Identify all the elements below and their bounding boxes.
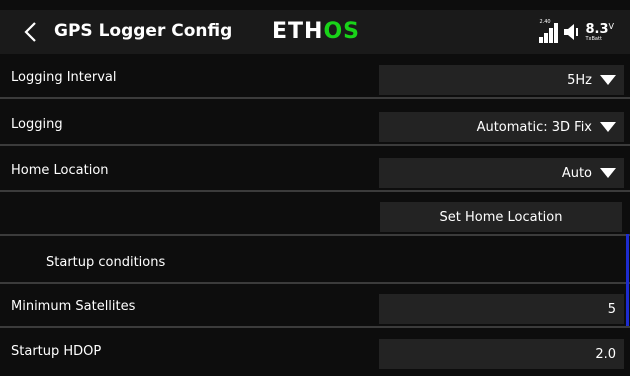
chevron-left-icon bbox=[24, 22, 36, 42]
row-home-location: Home Location Auto bbox=[0, 152, 630, 192]
page-title: GPS Logger Config bbox=[54, 21, 233, 41]
row-divider bbox=[0, 282, 630, 284]
battery-voltage-unit: V bbox=[608, 21, 614, 31]
startup-hdop-value: 2.0 bbox=[595, 346, 616, 362]
triangle-down-icon bbox=[600, 168, 616, 178]
startup-hdop-label: Startup HDOP bbox=[11, 344, 102, 359]
row-minimum-satellites: Minimum Satellites 5 bbox=[0, 288, 630, 328]
row-startup-hdop: Startup HDOP 2.0 bbox=[0, 333, 630, 373]
row-divider bbox=[0, 97, 630, 99]
row-divider bbox=[0, 144, 630, 146]
minimum-satellites-label: Minimum Satellites bbox=[11, 299, 136, 314]
minimum-satellites-value: 5 bbox=[607, 301, 616, 317]
row-set-home: Set Home Location bbox=[0, 196, 630, 236]
startup-conditions-heading: Startup conditions bbox=[46, 255, 166, 270]
row-divider bbox=[0, 234, 630, 236]
set-home-location-button[interactable]: Set Home Location bbox=[380, 202, 622, 232]
logging-interval-select[interactable]: 5Hz bbox=[379, 65, 624, 95]
logging-label: Logging bbox=[11, 117, 63, 132]
back-button[interactable] bbox=[16, 16, 46, 48]
logo-text-eth: ETH bbox=[272, 19, 324, 44]
battery-source-label: TxBatt bbox=[585, 35, 602, 42]
scrollbar[interactable] bbox=[626, 234, 629, 326]
home-location-select[interactable]: Auto bbox=[379, 158, 624, 188]
header-bar: GPS Logger Config ETHOS 2.40 8.3V TxBatt bbox=[0, 10, 630, 54]
battery-voltage-value: 8.3 bbox=[585, 21, 609, 37]
logging-select[interactable]: Automatic: 3D Fix bbox=[379, 112, 624, 142]
logging-value: Automatic: 3D Fix bbox=[476, 119, 592, 135]
startup-hdop-input[interactable]: 2.0 bbox=[379, 339, 624, 369]
battery-voltage: 8.3V TxBatt bbox=[585, 21, 614, 42]
signal-band-label: 2.40 bbox=[539, 19, 551, 25]
set-home-location-label: Set Home Location bbox=[439, 209, 563, 225]
row-divider bbox=[0, 190, 630, 192]
home-location-label: Home Location bbox=[11, 163, 109, 178]
triangle-down-icon bbox=[600, 75, 616, 85]
signal-bars-icon: 2.40 bbox=[539, 19, 559, 43]
row-divider bbox=[0, 326, 630, 328]
triangle-down-icon bbox=[600, 122, 616, 132]
minimum-satellites-input[interactable]: 5 bbox=[379, 294, 624, 324]
logging-interval-label: Logging Interval bbox=[11, 70, 117, 85]
speaker-icon[interactable] bbox=[563, 23, 579, 41]
row-logging: Logging Automatic: 3D Fix bbox=[0, 106, 630, 146]
status-area: 2.40 8.3V TxBatt bbox=[539, 18, 614, 46]
logging-interval-value: 5Hz bbox=[567, 72, 592, 88]
screen: GPS Logger Config ETHOS 2.40 8.3V TxBatt bbox=[0, 0, 630, 376]
row-logging-interval: Logging Interval 5Hz bbox=[0, 59, 630, 99]
logo-text-os: OS bbox=[323, 19, 360, 44]
home-location-value: Auto bbox=[561, 165, 592, 181]
row-startup-conditions: Startup conditions bbox=[0, 244, 630, 284]
ethos-logo: ETHOS bbox=[272, 19, 360, 44]
